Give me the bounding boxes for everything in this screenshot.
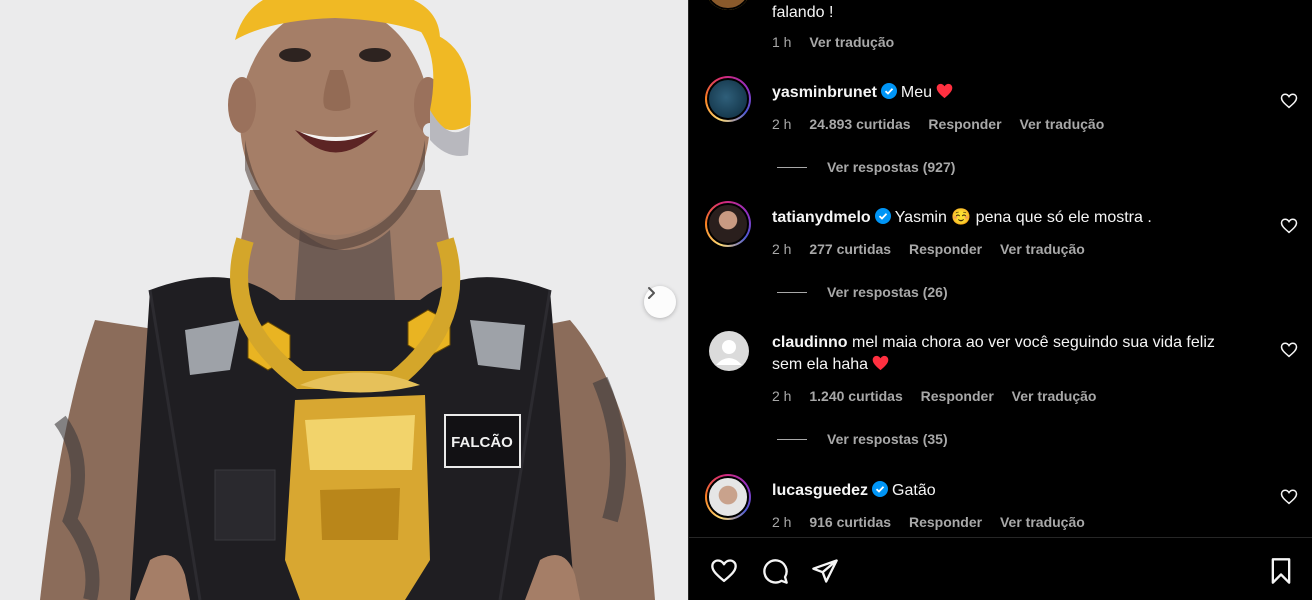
heart-outline-icon[interactable] bbox=[1280, 92, 1298, 110]
translate-link[interactable]: Ver tradução bbox=[1000, 514, 1085, 530]
comments-list[interactable]: falando ! 1 h Ver tradução yasminbrunet M… bbox=[689, 0, 1312, 536]
avatar[interactable] bbox=[705, 0, 751, 10]
likes-count[interactable]: 1.240 curtidas bbox=[809, 388, 902, 404]
avatar[interactable] bbox=[705, 76, 751, 122]
comment-item: falando ! 1 h Ver tradução bbox=[705, 0, 1305, 54]
heart-outline-icon[interactable] bbox=[1280, 488, 1298, 506]
comment-item: claudinno mel maia chora ao ver você seg… bbox=[705, 327, 1305, 452]
comment-meta: 2 h 24.893 curtidas Responder Ver traduç… bbox=[772, 116, 1118, 132]
likes-count[interactable]: 916 curtidas bbox=[809, 514, 891, 530]
heart-outline-icon[interactable] bbox=[1280, 217, 1298, 235]
comment-meta: 1 h Ver tradução bbox=[772, 34, 908, 50]
next-image-button[interactable] bbox=[644, 286, 676, 318]
comment-username[interactable]: yasminbrunet bbox=[772, 84, 877, 101]
comment-username[interactable]: lucasguedez bbox=[772, 482, 868, 499]
verified-badge-icon bbox=[874, 208, 891, 224]
verified-badge-icon bbox=[872, 481, 889, 497]
comment-meta: 2 h 1.240 curtidas Responder Ver traduçã… bbox=[772, 388, 1110, 404]
post-action-bar bbox=[689, 537, 1312, 600]
comment-icon[interactable] bbox=[761, 557, 789, 585]
translate-link[interactable]: Ver tradução bbox=[809, 34, 894, 50]
post-photo-illustration: FALCÃO bbox=[0, 0, 688, 600]
comment-text: Meu bbox=[900, 84, 933, 101]
comment-text: falando ! bbox=[772, 4, 834, 21]
post-image[interactable]: FALCÃO bbox=[0, 0, 688, 600]
reply-button[interactable]: Responder bbox=[909, 514, 982, 530]
view-replies-text: Ver respostas (35) bbox=[827, 431, 948, 447]
avatar[interactable] bbox=[705, 201, 751, 247]
replies-line bbox=[777, 291, 807, 293]
heart-outline-icon[interactable] bbox=[1280, 341, 1298, 359]
comment-item: lucasguedez Gatão 2 h 916 curtidas Respon… bbox=[705, 470, 1305, 536]
comment-username[interactable]: claudinno bbox=[772, 334, 848, 351]
default-avatar-icon bbox=[716, 340, 742, 365]
verified-badge-icon bbox=[880, 83, 897, 99]
red-heart-emoji-icon bbox=[936, 83, 953, 99]
view-replies-button[interactable]: Ver respostas (35) bbox=[777, 431, 948, 447]
comment-meta: 2 h 916 curtidas Responder Ver tradução bbox=[772, 514, 1099, 530]
replies-line bbox=[777, 438, 807, 440]
translate-link[interactable]: Ver tradução bbox=[1012, 388, 1097, 404]
comment-meta: 2 h 277 curtidas Responder Ver tradução bbox=[772, 241, 1099, 257]
vest-patch-text: FALCÃO bbox=[451, 433, 513, 451]
heart-icon[interactable] bbox=[710, 557, 738, 585]
comment-text: Yasmin ☺️ pena que só ele mostra . bbox=[894, 209, 1152, 226]
comment-time: 2 h bbox=[772, 116, 792, 132]
bookmark-icon[interactable] bbox=[1267, 557, 1295, 585]
comment-time: 2 h bbox=[772, 388, 792, 404]
translate-link[interactable]: Ver tradução bbox=[1000, 241, 1085, 257]
chevron-right-icon bbox=[648, 287, 655, 299]
comment-username[interactable]: tatianydmelo bbox=[772, 209, 871, 226]
view-replies-text: Ver respostas (26) bbox=[827, 284, 948, 300]
comment-item: tatianydmelo Yasmin ☺️ pena que só ele mo… bbox=[705, 197, 1305, 307]
view-replies-text: Ver respostas (927) bbox=[827, 159, 956, 175]
reply-button[interactable]: Responder bbox=[909, 241, 982, 257]
avatar[interactable] bbox=[709, 331, 749, 371]
red-heart-emoji-icon bbox=[872, 355, 889, 371]
translate-link[interactable]: Ver tradução bbox=[1019, 116, 1104, 132]
view-replies-button[interactable]: Ver respostas (927) bbox=[777, 159, 955, 175]
send-icon[interactable] bbox=[811, 557, 839, 585]
comment-item: yasminbrunet Meu 2 h 24.893 curtidas Resp… bbox=[705, 72, 1305, 182]
avatar[interactable] bbox=[705, 474, 751, 520]
likes-count[interactable]: 24.893 curtidas bbox=[809, 116, 910, 132]
reply-button[interactable]: Responder bbox=[921, 388, 994, 404]
comment-text: Gatão bbox=[892, 482, 936, 499]
comment-time: 1 h bbox=[772, 34, 792, 50]
likes-count[interactable]: 277 curtidas bbox=[809, 241, 891, 257]
comment-time: 2 h bbox=[772, 514, 792, 530]
reply-button[interactable]: Responder bbox=[928, 116, 1001, 132]
comment-time: 2 h bbox=[772, 241, 792, 257]
view-replies-button[interactable]: Ver respostas (26) bbox=[777, 284, 948, 300]
replies-line bbox=[777, 166, 807, 168]
